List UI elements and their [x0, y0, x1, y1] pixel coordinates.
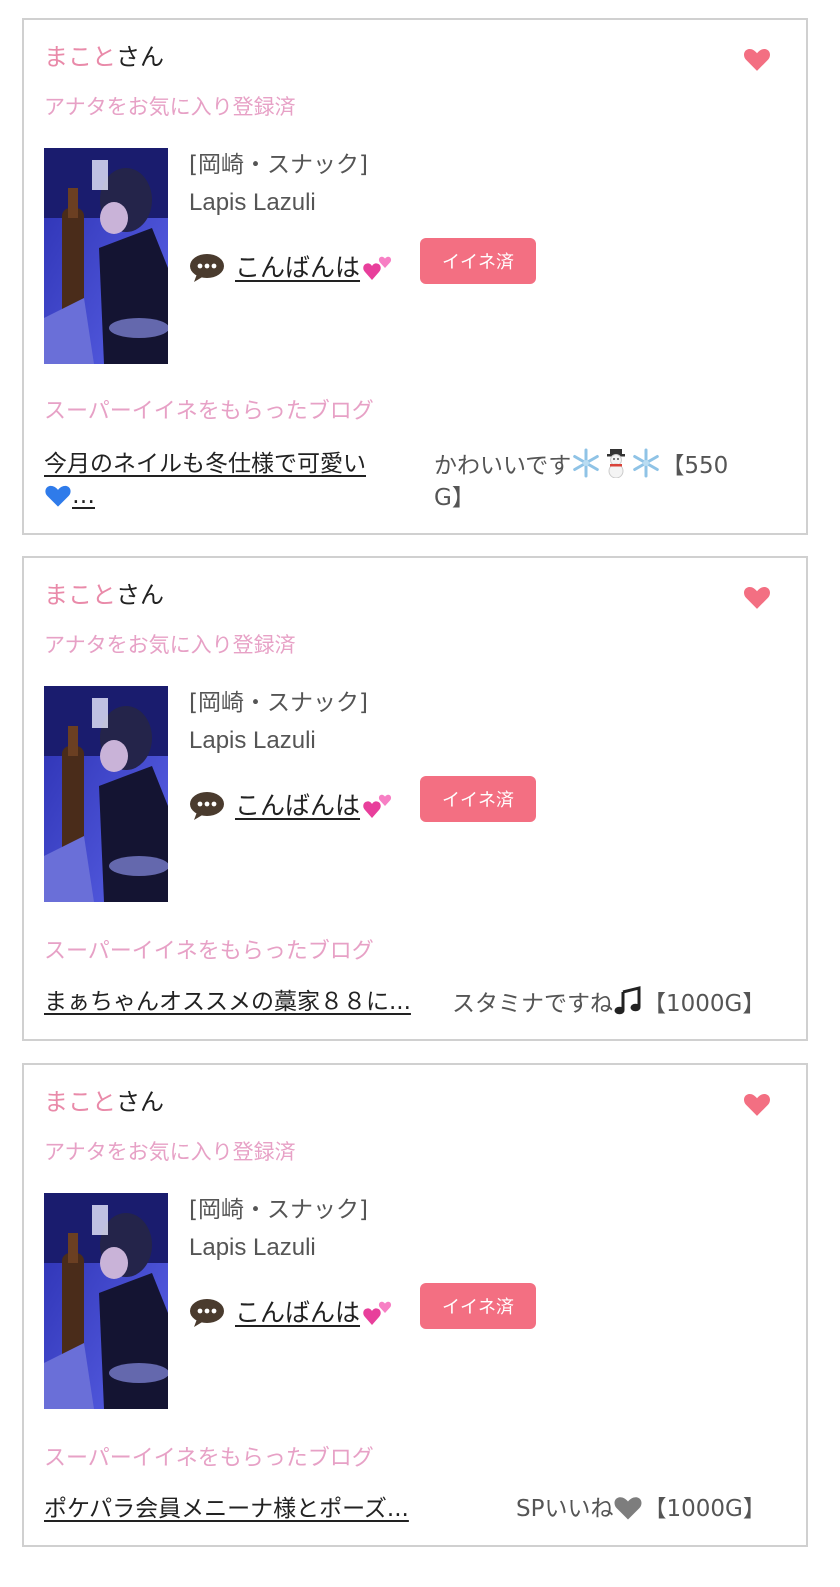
blog-title-link[interactable]: 今月のネイルも冬仕様で可愛い …	[44, 448, 414, 512]
gray-heart-emoji	[614, 1497, 642, 1520]
comment-text: SPいいね	[516, 1496, 614, 1522]
speech-bubble-icon	[190, 792, 224, 820]
blog-title-line1: 今月のネイルも冬仕様で可愛い	[44, 451, 366, 477]
blog-like-card: まことさん アナタをお気に入り登録済 [岡崎・スナック] Lapis Lazul…	[22, 18, 808, 535]
shop-category: [岡崎・スナック]	[189, 690, 368, 716]
two-hearts-emoji	[363, 256, 392, 280]
shop-name[interactable]: Lapis Lazuli	[189, 726, 316, 756]
shop-name[interactable]: Lapis Lazuli	[189, 188, 316, 218]
comment-amount: 【1000G】	[643, 1496, 766, 1522]
comment-amount-cont: G】	[434, 485, 475, 511]
comment-amount: 【550	[661, 453, 729, 479]
blog-comment: スタミナですね 【1000G】	[452, 986, 765, 1020]
user-line: まことさん	[44, 1087, 164, 1117]
user-suffix: さん	[116, 43, 164, 71]
snowman-emoji	[607, 449, 626, 478]
blog-title-link[interactable]: ポケパラ会員メニーナ様とポーズ...	[44, 1493, 409, 1525]
message-row: こんばんは	[189, 786, 394, 826]
two-hearts-emoji	[363, 794, 392, 818]
shop-category: [岡崎・スナック]	[189, 1197, 368, 1223]
comment-text: かわいいです	[434, 453, 572, 479]
shop-name[interactable]: Lapis Lazuli	[189, 1233, 316, 1263]
message-link[interactable]: こんばんは	[235, 790, 394, 822]
super-like-section-label: スーパーイイネをもらったブログ	[44, 939, 374, 964]
super-like-section-label: スーパーイイネをもらったブログ	[44, 1446, 374, 1471]
two-hearts-emoji	[363, 1301, 392, 1325]
blue-heart-emoji	[45, 485, 71, 507]
blog-like-card: まことさん アナタをお気に入り登録済 [岡崎・スナック] Lapis Lazul…	[22, 1063, 808, 1547]
snowflake-emoji	[633, 448, 660, 478]
super-like-section-label: スーパーイイネをもらったブログ	[44, 399, 374, 424]
message-row: こんばんは	[189, 1293, 394, 1333]
message-link[interactable]: こんばんは	[235, 252, 394, 284]
user-line: まことさん	[44, 580, 164, 610]
message-text: こんばんは	[235, 791, 361, 820]
comment-amount: 【1000G】	[643, 991, 766, 1017]
profile-photo[interactable]	[44, 148, 168, 364]
snowflake-emoji	[573, 448, 600, 478]
profile-photo[interactable]	[44, 686, 168, 902]
user-name-link[interactable]: まこと	[44, 581, 116, 609]
liked-button[interactable]: イイネ済	[420, 1283, 536, 1329]
profile-photo[interactable]	[44, 1193, 168, 1409]
user-suffix: さん	[116, 1088, 164, 1116]
speech-bubble-icon	[190, 1299, 224, 1327]
blog-comment: SPいいね 【1000G】	[516, 1493, 766, 1525]
heart-icon[interactable]	[742, 582, 772, 612]
liked-button[interactable]: イイネ済	[420, 776, 536, 822]
blog-title-line2: …	[72, 483, 95, 509]
message-link[interactable]: こんばんは	[235, 1297, 394, 1329]
speech-bubble-icon	[190, 254, 224, 282]
user-name-link[interactable]: まこと	[44, 1088, 116, 1116]
favorite-status: アナタをお気に入り登録済	[44, 1140, 296, 1164]
comment-text: スタミナですね	[452, 991, 613, 1017]
message-row: こんばんは	[189, 248, 394, 288]
heart-icon[interactable]	[742, 1089, 772, 1119]
message-text: こんばんは	[235, 253, 361, 282]
user-suffix: さん	[116, 581, 164, 609]
heart-icon[interactable]	[742, 44, 772, 74]
blog-like-card: まことさん アナタをお気に入り登録済 [岡崎・スナック] Lapis Lazul…	[22, 556, 808, 1041]
message-text: こんばんは	[235, 1298, 361, 1327]
user-name-link[interactable]: まこと	[44, 43, 116, 71]
liked-button[interactable]: イイネ済	[420, 238, 536, 284]
shop-category: [岡崎・スナック]	[189, 152, 368, 178]
favorite-status: アナタをお気に入り登録済	[44, 633, 296, 657]
blog-comment: かわいいです 【550 G】	[434, 448, 794, 514]
blog-title-link[interactable]: まぁちゃんオススメの藁家８８に...	[44, 986, 411, 1018]
music-note-emoji	[614, 986, 641, 1015]
user-line: まことさん	[44, 42, 164, 72]
favorite-status: アナタをお気に入り登録済	[44, 95, 296, 119]
